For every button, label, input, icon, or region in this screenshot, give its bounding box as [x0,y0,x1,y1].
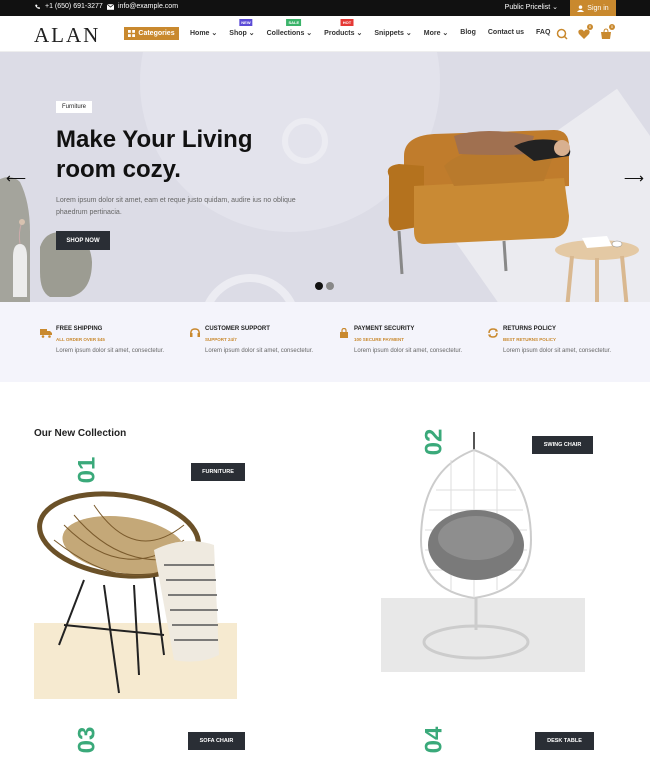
categories-label: Categories [138,30,175,37]
collection-number: 04 [420,726,448,754]
site-logo[interactable]: ALAN [34,23,100,48]
truck-icon [40,329,52,338]
hot-badge: HOT [340,19,354,26]
phone-number: +1 (650) 691-3277 [45,3,103,10]
nav-item-collections[interactable]: SALE Collections ⌄ [267,19,313,37]
grid-icon [128,30,136,37]
furniture-label[interactable]: FURNITURE [191,463,245,481]
search-icon [556,28,568,40]
swing-chair-image[interactable] [381,430,585,672]
pricelist-label: Public Pricelist [504,4,551,11]
desk-table-label[interactable]: DESK TABLE [535,732,594,750]
collection-title: Our New Collection [34,428,127,439]
pricelist-dropdown[interactable]: Public Pricelist ⌄ [505,3,558,11]
nav-item-contact[interactable]: Contact us [488,29,524,37]
main-nav: Home ⌄ NEW Shop ⌄ SALE Collections ⌄ HOT Pr… [190,19,562,37]
collection-number: 03 [73,726,101,754]
email-contact[interactable]: info@example.com [107,3,178,10]
rattan-chair-image [34,491,237,699]
main-header: ALAN Categories Home ⌄ NEW Shop ⌄ SALE Col… [0,16,650,52]
cart-count: 0 [609,24,615,30]
chevron-down-icon: ⌄ [405,30,412,37]
chevron-down-icon: ⌄ [356,30,363,37]
nav-item-more[interactable]: More ⌄ [424,29,449,37]
signin-button[interactable]: Sign in [570,0,616,16]
side-table-image [555,236,639,302]
new-badge: NEW [239,19,253,26]
top-bar: +1 (650) 691-3277 info@example.com Publi… [0,0,650,16]
nav-item-blog[interactable]: Blog [460,29,476,37]
collection-number: 01 [73,456,101,484]
headset-icon [190,328,200,337]
decorative-ring [200,274,300,302]
slide-dot[interactable] [326,282,334,290]
nav-item-products[interactable]: HOT Products ⌄ [324,19,363,37]
nav-item-snippets[interactable]: Snippets ⌄ [374,29,411,37]
hero-slider: Furniture Make Your Living room cozy. Lo… [0,52,650,302]
phone-icon [35,4,40,9]
chevron-down-icon: ⌄ [442,30,449,37]
sale-badge: SALE [286,19,302,26]
chevron-down-icon: ⌄ [248,30,255,37]
refresh-icon [488,328,498,338]
nav-item-shop[interactable]: NEW Shop ⌄ [229,19,255,37]
rattan-chair-image[interactable] [34,485,237,699]
hero-title: Make Your Living room cozy. [56,126,253,183]
slider-pagination [315,282,334,290]
lock-icon [340,328,348,338]
chevron-down-icon: ⌄ [306,30,313,37]
hero-description: Lorem ipsum dolor sit amet, eam et reque… [56,197,296,216]
wishlist-button[interactable]: 0 [578,24,593,39]
slide-dot[interactable] [315,282,323,290]
user-icon [577,4,585,12]
features-bar: FREE SHIPPING ALL ORDER OVER $45 Lorem i… [0,302,650,382]
chevron-down-icon: ⌄ [552,4,558,11]
hero-tag: Furniture [56,101,93,113]
nav-item-home[interactable]: Home ⌄ [190,29,217,37]
wishlist-count: 0 [587,24,593,30]
mail-icon [107,3,114,10]
email-address: info@example.com [118,3,179,10]
prev-slide-arrow[interactable]: ⟵ [6,170,26,187]
sofa-chair-label[interactable]: SOFA CHAIR [188,732,245,750]
categories-button[interactable]: Categories [124,27,179,40]
swing-chair-image [381,432,585,672]
shop-now-button[interactable]: SHOP NOW [56,231,110,250]
signin-label: Sign in [587,4,609,12]
cart-button[interactable]: 0 [600,24,615,39]
header-icons: 0 0 [556,24,615,40]
chevron-down-icon: ⌄ [211,30,218,37]
phone-contact[interactable]: +1 (650) 691-3277 [34,3,103,10]
next-slide-arrow[interactable]: ⟶ [624,170,644,187]
search-button[interactable] [556,27,568,40]
nav-item-faq[interactable]: FAQ [536,29,550,37]
